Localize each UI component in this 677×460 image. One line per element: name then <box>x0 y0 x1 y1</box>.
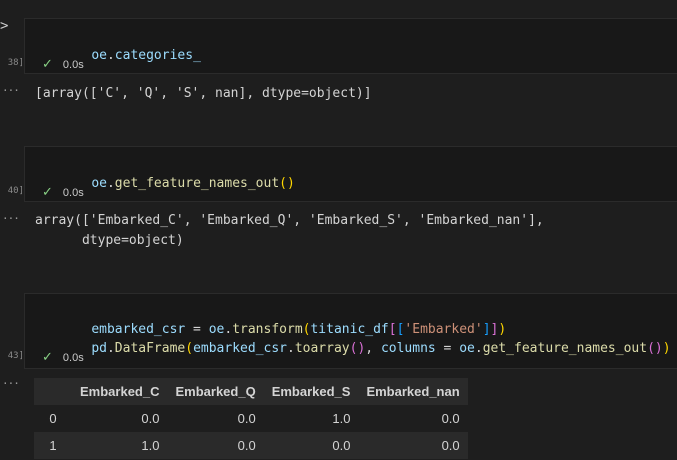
dataframe-table: Embarked_C Embarked_Q Embarked_S Embarke… <box>34 378 468 459</box>
cell-output: [array(['C', 'Q', 'S', nan], dtype=objec… <box>35 86 372 101</box>
table-cell: 0.0 <box>358 405 468 432</box>
row-index: 1 <box>34 432 72 459</box>
row-index: 0 <box>34 405 72 432</box>
token: embarked_csr <box>193 341 287 356</box>
cell-output-line: dtype=object) <box>35 233 184 248</box>
cell-status: ✓ 0.0s <box>42 57 84 72</box>
column-header: Embarked_Q <box>167 378 264 405</box>
code-line[interactable]: oe.get_feature_names_out() <box>60 161 295 206</box>
execution-count: 38] <box>7 58 24 68</box>
execution-time: 0.0s <box>62 186 84 199</box>
token: () <box>279 176 295 191</box>
table-header-row: Embarked_C Embarked_Q Embarked_S Embarke… <box>34 378 468 405</box>
token: . <box>106 341 115 356</box>
token: categories_ <box>114 48 201 63</box>
output-more-icon[interactable]: ··· <box>2 212 20 225</box>
code-cell-1[interactable]: oe.categories_ ✓ 0.0s <box>24 18 677 74</box>
token: get_feature_names_out <box>114 176 280 191</box>
token: = <box>435 341 460 356</box>
token: ) <box>662 341 671 356</box>
token: toarray <box>294 341 350 356</box>
token: () <box>647 341 663 356</box>
table-cell: 1.0 <box>72 432 168 459</box>
table-cell: 0.0 <box>167 432 264 459</box>
token: columns <box>380 341 436 356</box>
cell-status: ✓ 0.0s <box>42 350 84 365</box>
execution-time: 0.0s <box>62 351 84 364</box>
execution-time: 0.0s <box>62 58 84 71</box>
token: oe <box>459 341 475 356</box>
table-cell: 0.0 <box>263 432 359 459</box>
code-cell-2[interactable]: oe.get_feature_names_out() ✓ 0.0s <box>24 146 677 202</box>
token: DataFrame <box>114 341 186 356</box>
table-cell: 0.0 <box>358 432 468 459</box>
token: ( <box>185 341 194 356</box>
table-cell: 1.0 <box>263 405 359 432</box>
token: , <box>365 341 381 356</box>
code-cell-3[interactable]: embarked_csr = oe.transform(titanic_df[[… <box>24 293 677 369</box>
token: oe <box>91 176 107 191</box>
column-header: Embarked_S <box>263 378 359 405</box>
execution-count: 40] <box>7 186 24 196</box>
table-row: 1 1.0 0.0 0.0 0.0 <box>34 432 468 459</box>
token: oe <box>91 48 107 63</box>
token: pd <box>91 341 107 356</box>
table-cell: 0.0 <box>167 405 264 432</box>
column-header: Embarked_C <box>72 378 168 405</box>
token: . <box>106 48 115 63</box>
token: . <box>106 176 115 191</box>
cell-output-line: array(['Embarked_C', 'Embarked_Q', 'Emba… <box>35 213 544 228</box>
cell-status: ✓ 0.0s <box>42 185 84 200</box>
success-check-icon: ✓ <box>42 185 53 200</box>
token: . <box>287 341 295 356</box>
execution-count: 43] <box>7 351 24 361</box>
output-more-icon[interactable]: ··· <box>2 84 20 97</box>
table-row: 0 0.0 0.0 1.0 0.0 <box>34 405 468 432</box>
token: get_feature_names_out <box>482 341 648 356</box>
run-cell-chevron-icon[interactable]: > <box>0 18 8 34</box>
success-check-icon: ✓ <box>42 57 53 72</box>
column-header: Embarked_nan <box>358 378 468 405</box>
output-more-icon[interactable]: ··· <box>2 377 20 390</box>
code-line[interactable]: pd.DataFrame(embarked_csr.toarray(), col… <box>60 326 671 371</box>
success-check-icon: ✓ <box>42 350 53 365</box>
token: . <box>474 341 483 356</box>
table-cell: 0.0 <box>72 405 168 432</box>
column-header <box>34 378 72 405</box>
token: () <box>349 341 366 356</box>
